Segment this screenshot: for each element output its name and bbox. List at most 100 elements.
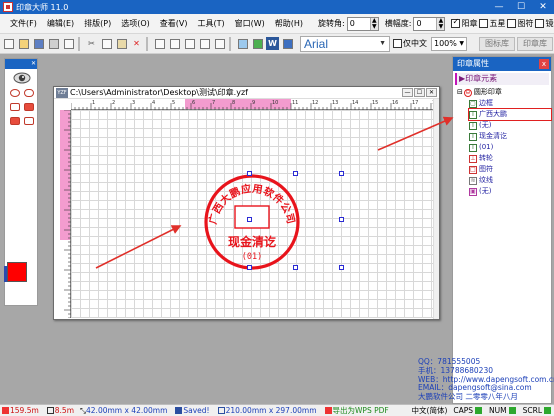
doc-maximize-button[interactable]: ☐ — [414, 88, 425, 97]
distribute-icon[interactable] — [213, 37, 226, 50]
doc-close-button[interactable]: ✕ — [426, 88, 437, 97]
align-left-icon[interactable] — [168, 37, 181, 50]
resize-handle[interactable] — [247, 171, 252, 176]
status-y: 8.5m — [45, 406, 74, 415]
menu-window[interactable]: 窗口(W) — [230, 14, 270, 34]
tree-item[interactable]: ⊥ 转轮 — [469, 153, 551, 164]
checkbox-symbol[interactable]: 图符 — [507, 18, 533, 29]
spinner-arrows-icon[interactable]: ▲ ▼ — [436, 17, 445, 30]
toolbar-divider — [146, 36, 148, 51]
design-canvas[interactable]: 广西大鹏应用软件公司 现金清讫 (01) — [71, 110, 433, 318]
tree-item[interactable]: T (无) — [469, 120, 551, 131]
icon-library-button[interactable]: 图标库 — [479, 36, 515, 51]
checkbox-icon[interactable] — [393, 39, 402, 48]
chinese-only-checkbox[interactable]: 仅中文 — [393, 38, 427, 49]
tree-item[interactable]: T 现金清讫 — [469, 131, 551, 142]
menu-view[interactable]: 查看(V) — [155, 14, 193, 34]
image-icon[interactable] — [236, 37, 249, 50]
document-window: YZF C:\Users\Administrator\Desktop\测试\印章… — [53, 86, 440, 320]
menu-help[interactable]: 帮助(H) — [270, 14, 308, 34]
tree-item[interactable]: ▢ 边框 — [469, 98, 551, 109]
resize-handle[interactable] — [293, 171, 298, 176]
word-icon[interactable]: W — [266, 37, 279, 50]
close-icon[interactable]: x — [539, 59, 549, 69]
seal-library-button[interactable]: 印章库 — [517, 36, 553, 51]
checkbox-icon[interactable] — [479, 19, 489, 28]
chevron-down-icon[interactable]: ▼ — [379, 40, 386, 47]
ruler-label: 13 — [332, 100, 338, 106]
menu-layout[interactable]: 排版(P) — [79, 14, 116, 34]
oval-seal-icon[interactable] — [24, 89, 34, 97]
resize-handle[interactable] — [293, 265, 298, 270]
resize-handle[interactable] — [339, 265, 344, 270]
align-right-icon[interactable] — [198, 37, 211, 50]
menu-edit[interactable]: 编辑(E) — [42, 14, 79, 34]
export-pdf-button[interactable]: 导出为WPS PDF — [323, 405, 389, 416]
scale-spinner[interactable]: 0 ▲ ▼ — [413, 16, 446, 31]
menu-file[interactable]: 文件(F) — [0, 14, 42, 34]
resize-handle[interactable] — [247, 265, 252, 270]
align-center-icon[interactable] — [183, 37, 196, 50]
checkbox-mirror[interactable]: 镜像 — [535, 18, 554, 29]
checkbox-star[interactable]: 五星 — [479, 18, 505, 29]
chevron-down-icon[interactable]: ▼ — [459, 40, 464, 47]
cut-icon[interactable]: ✂ — [85, 37, 98, 50]
minimize-button[interactable]: — — [488, 0, 510, 14]
menu-tools[interactable]: 工具(T) — [192, 14, 229, 34]
filled-seal-icon[interactable] — [10, 117, 20, 125]
rotation-value[interactable]: 0 — [348, 18, 370, 30]
checkbox-checked-icon[interactable] — [451, 17, 461, 28]
export-icon[interactable] — [251, 37, 264, 50]
resize-handle[interactable] — [339, 171, 344, 176]
ruler-label: 10 — [272, 100, 278, 106]
menu-options[interactable]: 选项(O) — [116, 14, 155, 34]
paste-icon[interactable] — [115, 37, 128, 50]
close-button[interactable]: ✕ — [532, 0, 554, 14]
spinner-arrows-icon[interactable]: ▲ ▼ — [369, 17, 378, 30]
zoom-select[interactable]: 100% ▼ — [431, 36, 467, 51]
checkbox-icon[interactable] — [507, 19, 517, 28]
rotation-spinner[interactable]: 0 ▲ ▼ — [346, 16, 379, 31]
maximize-button[interactable]: ☐ — [510, 0, 532, 14]
color-swatch[interactable] — [7, 262, 27, 282]
tree-item[interactable]: ≋ 纹线 — [469, 175, 551, 186]
new-icon[interactable] — [2, 37, 15, 50]
close-icon[interactable]: ✕ — [31, 59, 37, 69]
tree-item[interactable]: T (01) — [469, 142, 551, 153]
square-seal-icon[interactable] — [10, 103, 20, 111]
save-icon[interactable] — [32, 37, 45, 50]
delete-icon[interactable]: ✕ — [130, 37, 143, 50]
contact-info: QQ：781555005 手机：13788680230 WEB：http://w… — [418, 357, 554, 402]
checkbox-icon[interactable] — [535, 19, 545, 28]
eye-icon[interactable] — [13, 71, 31, 85]
tree-item-label: (01) — [479, 143, 494, 151]
tree-item-label: 圆形印章 — [473, 88, 502, 96]
font-select[interactable]: Arial ▼ — [300, 35, 390, 52]
preview-icon[interactable] — [62, 37, 75, 50]
print-icon[interactable] — [47, 37, 60, 50]
ruler-label: 5 — [172, 100, 175, 106]
tree-item[interactable]: ▣ (无) — [469, 186, 551, 197]
grid-icon[interactable] — [153, 37, 166, 50]
checkbox-label: 图符 — [517, 19, 534, 28]
tree-item[interactable]: ⊟ ⊖ 圆形印章 — [457, 87, 551, 98]
open-icon[interactable] — [17, 37, 30, 50]
scale-value[interactable]: 0 — [414, 18, 436, 30]
seal-graphic[interactable]: 广西大鹏应用软件公司 现金清讫 (01) — [204, 174, 300, 270]
rect-seal-icon[interactable] — [24, 103, 34, 111]
tree-item[interactable]: □ 图符 — [469, 164, 551, 175]
status-bar: 159.5m 8.5m ⤡ 42.00mm x 42.00mm Saved! 21… — [0, 404, 554, 416]
circle-seal-icon[interactable] — [10, 89, 20, 97]
tree-item-selected[interactable]: T 广西大鹏 — [468, 108, 552, 121]
status-caps: CAPS — [453, 406, 483, 415]
zoom-value: 100% — [434, 39, 457, 48]
doc-minimize-button[interactable]: — — [402, 88, 413, 97]
copy-icon[interactable] — [100, 37, 113, 50]
doc-icon[interactable] — [281, 37, 294, 50]
lines-icon: ≋ — [469, 176, 477, 185]
resize-handle[interactable] — [247, 217, 252, 222]
checkbox-yang[interactable]: 阳章 — [451, 17, 477, 29]
resize-handle[interactable] — [339, 217, 344, 222]
vertical-scrollbar[interactable] — [433, 99, 439, 319]
frame-seal-icon[interactable] — [24, 117, 34, 125]
